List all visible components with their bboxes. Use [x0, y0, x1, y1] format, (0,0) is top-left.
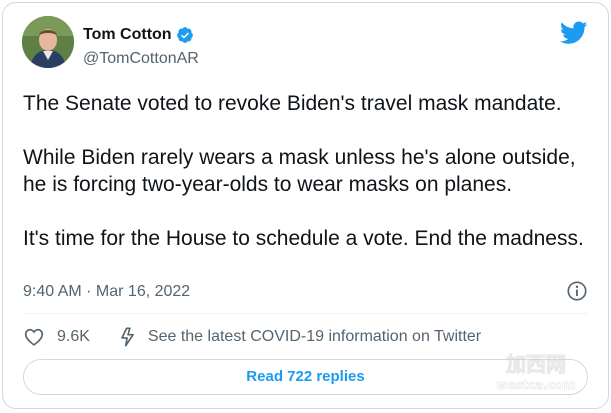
lightning-bolt-icon[interactable] [118, 326, 138, 348]
watermark-text: 加西网 [505, 352, 566, 376]
tweet-card: Tom Cotton @TomCottonAR The Senate voted… [2, 2, 609, 409]
watermark-logo: 加西网 westca.com [486, 349, 586, 395]
tweet-paragraph: It's time for the House to schedule a vo… [23, 227, 584, 250]
tweet-timestamp[interactable]: 9:40 AM · Mar 16, 2022 [23, 282, 190, 302]
info-icon[interactable] [566, 280, 588, 302]
avatar[interactable] [22, 16, 74, 68]
avatar-photo [22, 16, 74, 68]
watermark-subtext: westca.com [496, 378, 576, 392]
divider [23, 313, 588, 314]
heart-icon[interactable] [23, 326, 45, 348]
tweet-paragraph: While Biden rarely wears a mask unless h… [23, 146, 576, 196]
author-handle[interactable]: @TomCottonAR [83, 49, 199, 69]
author-name-row: Tom Cotton [83, 25, 194, 45]
like-count[interactable]: 9.6K [57, 328, 90, 346]
action-bar: 9.6K See the latest COVID-19 information… [23, 325, 481, 349]
twitter-bird-icon[interactable] [559, 21, 588, 45]
author-display-name[interactable]: Tom Cotton [83, 25, 172, 45]
covid-info-link[interactable]: See the latest COVID-19 information on T… [148, 328, 481, 346]
verified-badge-icon [176, 26, 194, 44]
tweet-body: The Senate voted to revoke Biden's trave… [23, 90, 593, 279]
tweet-paragraph: The Senate voted to revoke Biden's trave… [23, 92, 562, 115]
